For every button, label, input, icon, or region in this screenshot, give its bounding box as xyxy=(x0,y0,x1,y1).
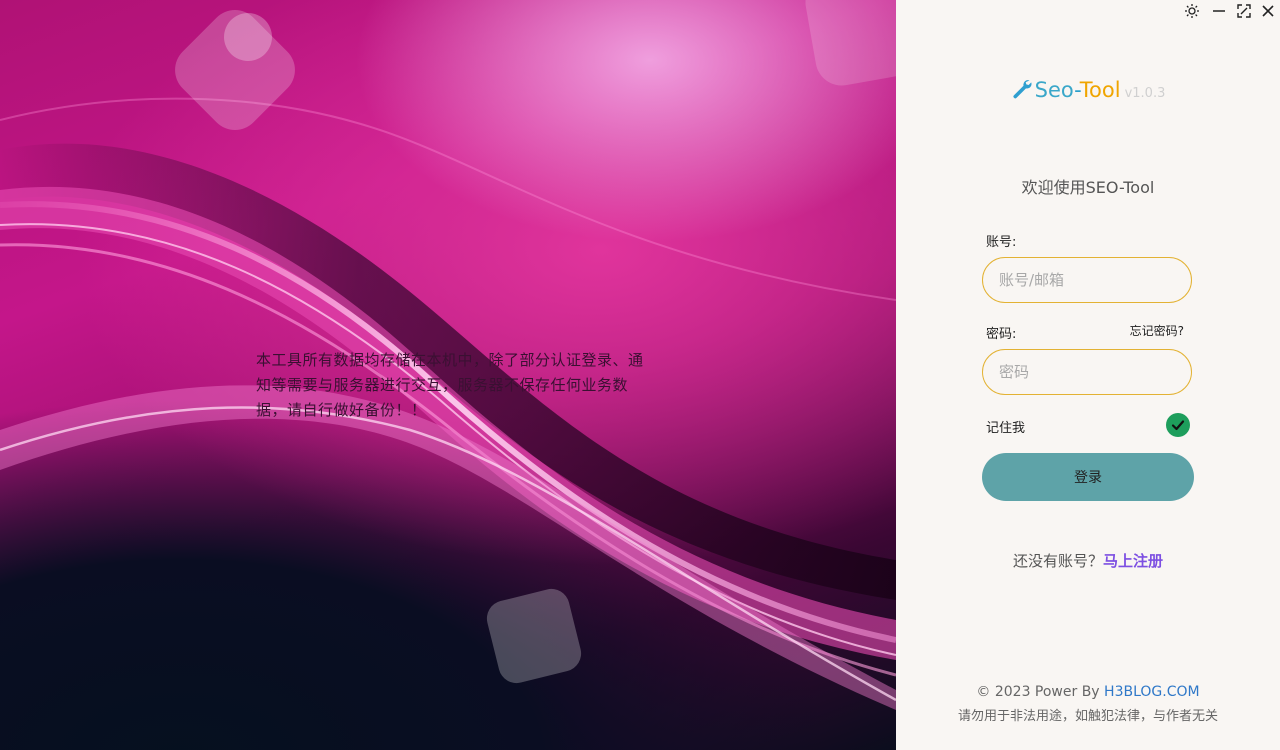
app-brand: Seo-Tool v1.0.3 xyxy=(896,78,1280,105)
disclaimer: 请勿用于非法用途，如触犯法律，与作者无关 xyxy=(957,709,1218,724)
wrench-icon xyxy=(1011,78,1033,105)
remember-me-label: 记住我 xyxy=(986,421,1026,436)
minimize-icon[interactable] xyxy=(1210,4,1228,22)
password-input[interactable] xyxy=(982,349,1192,395)
forgot-password-link[interactable]: 忘记密码? xyxy=(1130,322,1184,339)
register-row: 还没有账号？马上注册 xyxy=(896,550,1280,571)
close-icon[interactable] xyxy=(1259,4,1277,22)
checkmark-icon xyxy=(1171,420,1185,431)
app-version: v1.0.3 xyxy=(1124,86,1166,101)
decorative-circle xyxy=(224,13,272,61)
brand-tool: Tool xyxy=(1079,78,1121,102)
register-link[interactable]: 马上注册 xyxy=(1103,552,1163,570)
sun-icon[interactable] xyxy=(1183,4,1201,22)
account-input[interactable] xyxy=(982,257,1192,303)
account-label: 账号: xyxy=(986,235,1017,250)
copyright: © 2023 Power By H3BLOG.COM xyxy=(896,684,1280,700)
copyright-text: © 2023 Power By xyxy=(976,684,1105,700)
login-button[interactable]: 登录 xyxy=(982,453,1194,501)
welcome-title: 欢迎使用SEO-Tool xyxy=(1021,178,1155,197)
register-prompt: 还没有账号？ xyxy=(1012,552,1103,570)
password-label: 密码: xyxy=(986,327,1017,342)
brand-seo: Seo xyxy=(1034,78,1075,102)
site-link[interactable]: H3BLOG.COM xyxy=(1104,684,1200,700)
login-window: 本工具所有数据均存储在本机中，除了部分认证登录、通知等需要与服务器进行交互，服务… xyxy=(0,0,1280,750)
hero-background: 本工具所有数据均存储在本机中，除了部分认证登录、通知等需要与服务器进行交互，服务… xyxy=(0,0,896,750)
maximize-icon[interactable] xyxy=(1235,4,1253,22)
login-panel: Seo-Toolv1.0.3 欢迎使用SEO-Tool 账号: 密码: 忘记密码… xyxy=(896,0,1280,750)
remember-me-checkbox[interactable] xyxy=(1166,413,1190,437)
storage-notice: 本工具所有数据均存储在本机中，除了部分认证登录、通知等需要与服务器进行交互，服务… xyxy=(256,351,644,419)
